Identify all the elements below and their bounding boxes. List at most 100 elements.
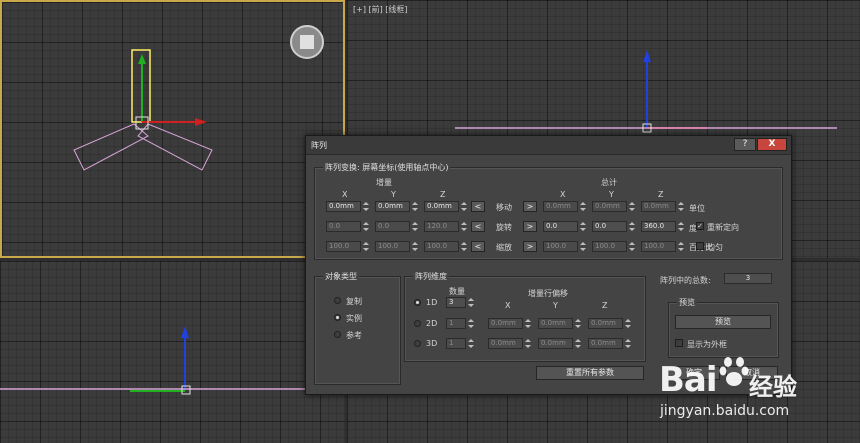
instance-label: 实例: [346, 314, 362, 323]
rotate-inc-y[interactable]: 0.0: [375, 221, 410, 232]
rotate-tot-y[interactable]: 0.0: [592, 221, 627, 232]
scale-tot-z-spinner[interactable]: [677, 241, 685, 252]
dim-3d-offset-y-spinner[interactable]: [574, 338, 582, 349]
instance-radio[interactable]: [334, 314, 341, 321]
rotate-tot-z-spinner[interactable]: [677, 221, 685, 232]
move-tot-x[interactable]: 0.0mm: [543, 201, 578, 212]
row-offset-label: 增量行偏移: [528, 289, 568, 298]
scale-right-arrow-button[interactable]: >: [523, 241, 537, 252]
move-left-arrow-button[interactable]: <: [471, 201, 485, 212]
rotate-inc-x-spinner[interactable]: [362, 221, 370, 232]
dim-3d-offset-z-spinner[interactable]: [624, 338, 632, 349]
object-type-label: 对象类型: [323, 271, 359, 282]
watermark-url: jingyan.baidu.com: [660, 403, 790, 419]
viewport-top[interactable]: [0, 0, 345, 258]
move-tot-z-spinner[interactable]: [677, 201, 685, 212]
dim-3d-offset-x[interactable]: 0.0mm: [488, 338, 523, 349]
reference-label: 参考: [346, 331, 362, 340]
dim-2d-offset-z-spinner[interactable]: [624, 318, 632, 329]
rotate-left-arrow-button[interactable]: <: [471, 221, 485, 232]
reset-all-button[interactable]: 重置所有参数: [536, 366, 644, 380]
viewport-left[interactable]: [0, 261, 345, 443]
scale-inc-y-spinner[interactable]: [411, 241, 419, 252]
dialog-titlebar[interactable]: 阵列 ? X: [306, 136, 791, 155]
dim-3d-offset-z[interactable]: 0.0mm: [588, 338, 623, 349]
move-unit-label: 单位: [689, 204, 705, 213]
scale-inc-x[interactable]: 100.0: [326, 241, 361, 252]
dim-3d-count-spinner[interactable]: [467, 338, 475, 349]
move-inc-z-spinner[interactable]: [460, 201, 468, 212]
move-tot-z[interactable]: 0.0mm: [641, 201, 676, 212]
dim-2d-offset-y-spinner[interactable]: [574, 318, 582, 329]
move-label: 移动: [496, 203, 512, 212]
move-tot-y-spinner[interactable]: [628, 201, 636, 212]
uniform-checkbox[interactable]: [696, 242, 704, 250]
move-inc-x[interactable]: 0.0mm: [326, 201, 361, 212]
dialog-title: 阵列: [311, 141, 327, 150]
scale-inc-z[interactable]: 100.0: [424, 241, 459, 252]
scale-left-arrow-button[interactable]: <: [471, 241, 485, 252]
close-button[interactable]: X: [757, 138, 787, 151]
blade-left: [73, 123, 149, 171]
scale-inc-y[interactable]: 100.0: [375, 241, 410, 252]
dim-3d-radio[interactable]: [414, 340, 421, 347]
dim-2d-count-spinner[interactable]: [467, 318, 475, 329]
rotate-tot-x[interactable]: 0.0: [543, 221, 578, 232]
rotate-inc-x[interactable]: 0.0: [326, 221, 361, 232]
left-view-geometry: [0, 326, 345, 395]
inc-axis-y: Y: [391, 190, 396, 199]
scale-inc-z-spinner[interactable]: [460, 241, 468, 252]
move-tot-y[interactable]: 0.0mm: [592, 201, 627, 212]
preview-button[interactable]: 预览: [675, 315, 771, 329]
dim-2d-label: 2D: [426, 319, 438, 328]
move-right-arrow-button[interactable]: >: [523, 201, 537, 212]
dim-2d-offset-z[interactable]: 0.0mm: [588, 318, 623, 329]
rotate-inc-z-spinner[interactable]: [460, 221, 468, 232]
move-inc-x-spinner[interactable]: [362, 201, 370, 212]
dim-2d-count[interactable]: 1: [446, 318, 466, 329]
dim-1d-label: 1D: [426, 298, 438, 307]
total-label: 总计: [601, 178, 617, 187]
dim-2d-offset-x[interactable]: 0.0mm: [488, 318, 523, 329]
watermark-brand: Bai: [659, 360, 718, 400]
move-tot-x-spinner[interactable]: [579, 201, 587, 212]
dim-2d-offset-y[interactable]: 0.0mm: [538, 318, 573, 329]
scale-tot-x[interactable]: 100.0: [543, 241, 578, 252]
dim-2d-radio[interactable]: [414, 320, 421, 327]
scale-tot-x-spinner[interactable]: [579, 241, 587, 252]
dim-1d-count[interactable]: 3: [446, 297, 466, 308]
array-transform-label: 阵列变换: 屏幕坐标(使用轴点中心): [323, 162, 451, 173]
move-inc-y-spinner[interactable]: [411, 201, 419, 212]
dim-3d-count[interactable]: 1: [446, 338, 466, 349]
gizmo-z-arrow: [643, 50, 651, 62]
total-in-array-label: 阵列中的总数:: [660, 276, 711, 285]
copy-radio[interactable]: [334, 297, 341, 304]
rotate-tot-y-spinner[interactable]: [628, 221, 636, 232]
gizmo-z-arrow-left: [181, 326, 189, 338]
rotate-right-arrow-button[interactable]: >: [523, 221, 537, 232]
scale-tot-y-spinner[interactable]: [628, 241, 636, 252]
count-label: 数量: [449, 287, 465, 296]
increment-label: 增量: [376, 178, 392, 187]
scale-inc-x-spinner[interactable]: [362, 241, 370, 252]
scale-tot-y[interactable]: 100.0: [592, 241, 627, 252]
dim-1d-radio[interactable]: [414, 299, 421, 306]
dim-3d-offset-y[interactable]: 0.0mm: [538, 338, 573, 349]
reorient-checkbox[interactable]: ✓: [696, 222, 704, 230]
rotate-tot-z[interactable]: 360.0: [641, 221, 676, 232]
move-inc-z[interactable]: 0.0mm: [424, 201, 459, 212]
move-inc-y[interactable]: 0.0mm: [375, 201, 410, 212]
reference-radio[interactable]: [334, 331, 341, 338]
rotate-inc-y-spinner[interactable]: [411, 221, 419, 232]
scale-tot-z[interactable]: 100.0: [641, 241, 676, 252]
scale-label: 缩放: [496, 243, 512, 252]
dim-2d-offset-x-spinner[interactable]: [524, 318, 532, 329]
help-button[interactable]: ?: [734, 138, 756, 151]
dim-3d-offset-x-spinner[interactable]: [524, 338, 532, 349]
rotate-inc-z[interactable]: 120.0: [424, 221, 459, 232]
rotate-tot-x-spinner[interactable]: [579, 221, 587, 232]
dim-1d-count-spinner[interactable]: [467, 297, 475, 308]
uniform-label: 均匀: [707, 243, 723, 252]
dim-axis-z: Z: [602, 301, 608, 310]
tot-axis-x: X: [560, 190, 566, 199]
